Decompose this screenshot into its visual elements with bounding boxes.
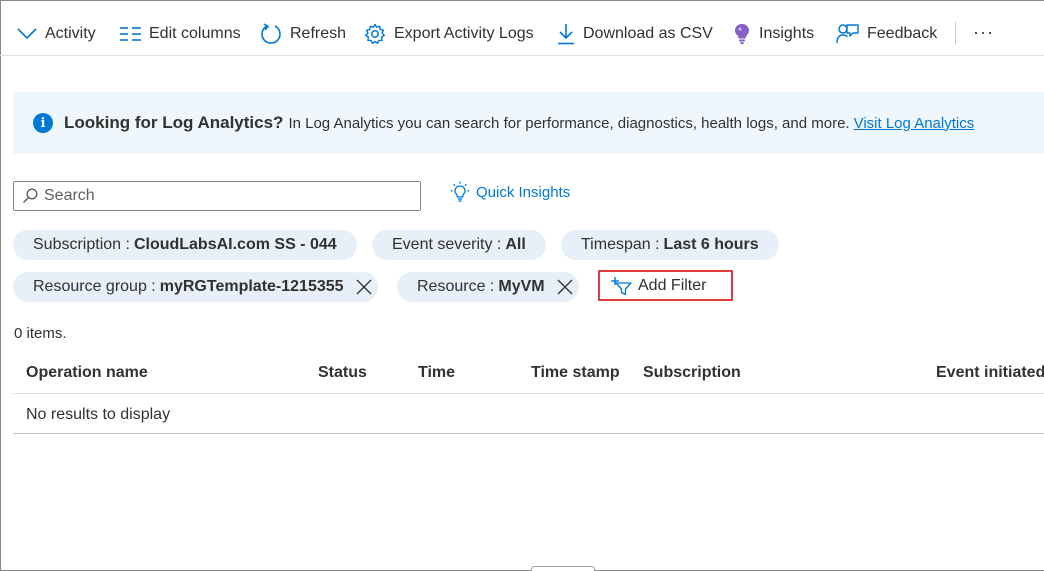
- filter-key: Resource :: [417, 278, 495, 295]
- refresh-button[interactable]: Refresh: [260, 22, 346, 46]
- gear-icon: [364, 23, 386, 45]
- table-header: Operation name Status Time Time stamp Su…: [13, 355, 1044, 394]
- more-actions-button[interactable]: ···: [973, 22, 994, 46]
- filter-pill-event-severity[interactable]: Event severity : All: [372, 230, 546, 260]
- activity-label: Activity: [45, 25, 96, 42]
- search-input[interactable]: [44, 187, 404, 205]
- filter-value: CloudLabsAI.com SS - 044: [133, 236, 337, 253]
- edit-columns-button[interactable]: Edit columns: [120, 22, 241, 46]
- filter-key: Subscription :: [33, 236, 130, 253]
- refresh-icon: [260, 23, 282, 45]
- feedback-label: Feedback: [867, 25, 938, 42]
- column-header-event-initiated[interactable]: Event initiated: [936, 364, 1044, 382]
- quick-insights-label: Quick Insights: [476, 183, 571, 201]
- filter-key: Timespan :: [581, 236, 660, 253]
- remove-filter-close-icon[interactable]: [557, 279, 573, 295]
- banner-title: Looking for Log Analytics?: [64, 113, 284, 132]
- filter-value: myRGTemplate-1215355: [159, 278, 344, 295]
- lightbulb-icon: [733, 23, 751, 45]
- edit-columns-label: Edit columns: [149, 25, 241, 42]
- no-results-message: No results to display: [26, 406, 171, 423]
- search-icon: [22, 188, 38, 204]
- add-filter-icon: [610, 276, 632, 296]
- column-header-time-stamp[interactable]: Time stamp: [531, 364, 620, 382]
- remove-filter-close-icon[interactable]: [356, 279, 372, 295]
- toolbar-divider: [955, 22, 956, 44]
- download-icon: [557, 23, 575, 45]
- activity-button[interactable]: Activity: [17, 22, 96, 46]
- column-header-operation-name[interactable]: Operation name: [26, 364, 148, 382]
- filter-pill-timespan[interactable]: Timespan : Last 6 hours: [561, 230, 779, 260]
- empty-table-row: No results to display: [13, 394, 1044, 434]
- filter-key: Event severity :: [392, 236, 502, 253]
- filter-pill-resource[interactable]: Resource : MyVM: [397, 272, 579, 302]
- filter-pill-resource-group[interactable]: Resource group : myRGTemplate-1215355: [13, 272, 378, 302]
- insights-button[interactable]: Insights: [733, 22, 814, 46]
- add-filter-button[interactable]: Add Filter: [598, 270, 733, 301]
- download-csv-label: Download as CSV: [583, 25, 713, 42]
- filter-key: Resource group :: [33, 278, 156, 295]
- banner-text: In Log Analytics you can search for perf…: [288, 114, 850, 132]
- visit-log-analytics-link[interactable]: Visit Log Analytics: [854, 115, 975, 132]
- export-activity-logs-label: Export Activity Logs: [394, 25, 534, 42]
- lightbulb-outline-icon: [450, 181, 470, 203]
- edit-columns-icon: [120, 27, 141, 41]
- resize-handle[interactable]: [531, 566, 595, 571]
- filter-value: Last 6 hours: [663, 236, 759, 253]
- filter-pill-subscription[interactable]: Subscription : CloudLabsAI.com SS - 044: [13, 230, 357, 260]
- add-filter-label: Add Filter: [638, 276, 707, 294]
- download-csv-button[interactable]: Download as CSV: [557, 22, 713, 46]
- command-toolbar: Activity Edit columns Refresh Export Act…: [0, 0, 1044, 56]
- quick-insights-link[interactable]: Quick Insights: [450, 180, 570, 204]
- column-header-time[interactable]: Time: [418, 364, 455, 382]
- search-box: [13, 181, 421, 211]
- filter-value: All: [505, 236, 526, 253]
- item-count: 0 items.: [14, 325, 67, 342]
- filter-value: MyVM: [498, 278, 545, 295]
- export-activity-logs-button[interactable]: Export Activity Logs: [364, 22, 534, 46]
- info-icon: i: [33, 113, 53, 133]
- column-header-subscription[interactable]: Subscription: [643, 364, 741, 382]
- feedback-button[interactable]: Feedback: [836, 22, 937, 46]
- refresh-label: Refresh: [290, 25, 347, 42]
- feedback-icon: [836, 23, 859, 45]
- column-header-status[interactable]: Status: [318, 364, 367, 382]
- log-analytics-banner: i Looking for Log Analytics? In Log Anal…: [13, 92, 1044, 154]
- insights-label: Insights: [759, 25, 815, 42]
- chevron-down-icon: [17, 28, 37, 40]
